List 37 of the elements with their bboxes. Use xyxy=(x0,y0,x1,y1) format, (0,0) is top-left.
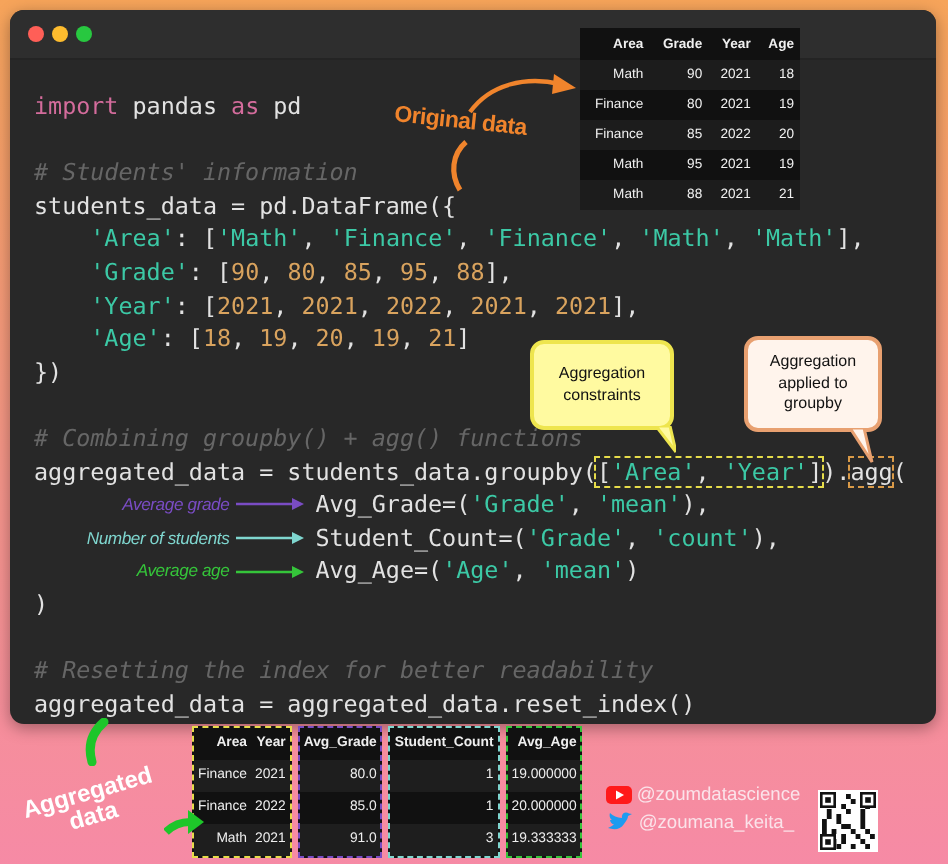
window-control[interactable] xyxy=(76,26,92,42)
curved-line xyxy=(82,718,110,766)
social-handle[interactable]: @zoumdatascience xyxy=(636,784,801,804)
video-play-icon xyxy=(606,785,633,803)
curved-line xyxy=(448,138,472,194)
window-control[interactable] xyxy=(52,26,68,42)
arrow-icon xyxy=(235,498,304,511)
code-line: aggregated_data = students_data.groupby(['Area', 'Year']).agg( xyxy=(34,455,907,489)
code-line: Student_Count=('Grade', 'count'), xyxy=(315,521,780,555)
code-line: ) xyxy=(34,587,49,621)
code-line: students_data = pd.DataFrame({ xyxy=(34,189,457,223)
annotation-label: Original data xyxy=(393,103,528,141)
callout-bubble: Aggregation applied to groupby xyxy=(744,336,882,432)
social-handle[interactable]: @zoumana_keita_ xyxy=(638,812,795,832)
annotation-label: Average grade xyxy=(122,492,230,519)
arrow-icon xyxy=(235,565,304,578)
window-control[interactable] xyxy=(28,26,44,42)
code-line: aggregated_data = aggregated_data.reset_index() xyxy=(34,687,696,721)
bird-icon xyxy=(606,812,635,832)
arrow-icon xyxy=(235,532,304,545)
arrow-icon xyxy=(164,810,204,836)
callout-pointer xyxy=(850,428,874,464)
code-line: Avg_Age=('Age', 'mean') xyxy=(315,554,640,588)
callout-bubble: Aggregation constraints xyxy=(530,340,674,430)
code-line: Avg_Grade=('Grade', 'mean'), xyxy=(315,488,710,522)
code-line: # Resetting the index for better readability xyxy=(34,654,654,688)
code-line: # Students' information xyxy=(34,156,358,190)
annotation-label: Number of students xyxy=(86,525,230,552)
annotation-label: Average age xyxy=(136,558,230,585)
code-line: 'Age': [18, 19, 20, 19, 21] xyxy=(90,322,471,356)
callout-pointer xyxy=(656,426,676,454)
code-line: 'Area': ['Math', 'Finance', 'Finance', 'Math', 'Math'], xyxy=(90,222,865,256)
qr-code-icon xyxy=(818,790,879,852)
code-line: import pandas as pd xyxy=(34,90,302,124)
code-line: 'Year': [2021, 2021, 2022, 2021, 2021], xyxy=(90,289,640,323)
code-line: 'Grade': [90, 80, 85, 95, 88], xyxy=(90,255,513,290)
code-line: }) xyxy=(34,355,63,389)
